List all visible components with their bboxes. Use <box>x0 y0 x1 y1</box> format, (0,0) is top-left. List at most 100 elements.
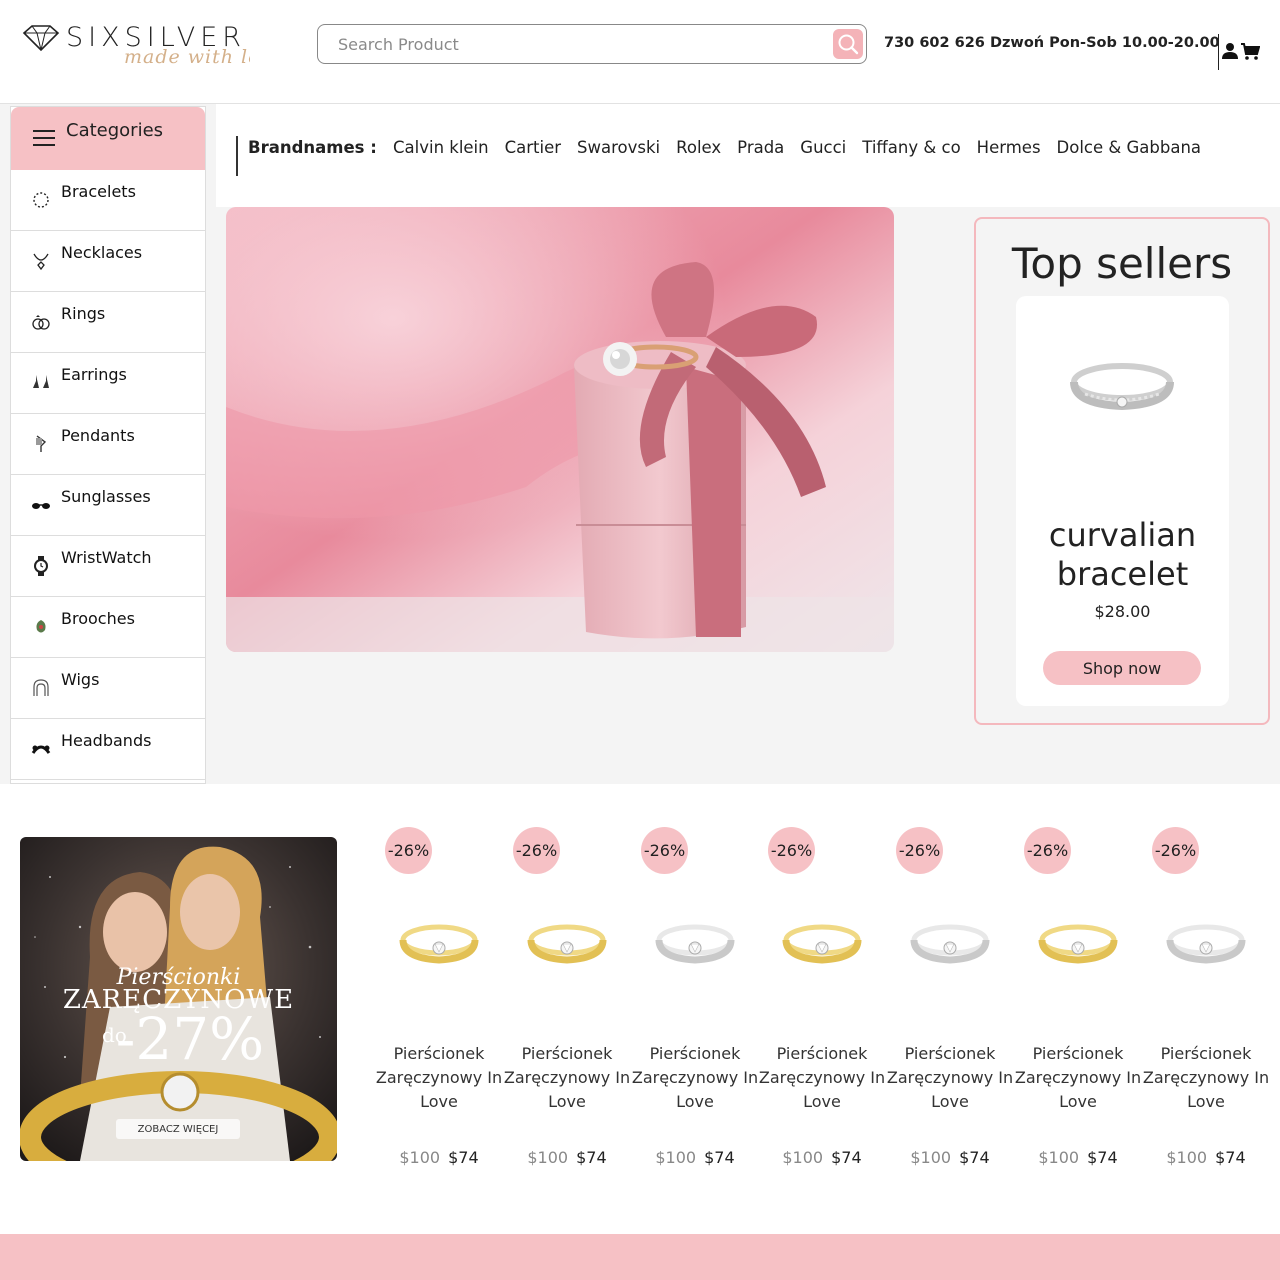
product-name[interactable]: Pierścionek Zaręczynowy In Love <box>758 1042 886 1114</box>
top-sellers-title: Top sellers <box>1011 239 1233 288</box>
brooch-icon <box>36 620 46 633</box>
product-card[interactable]: -26% Pierścionek Zaręczynowy In Love $10… <box>631 824 759 1184</box>
logo[interactable]: SIXSILVER made with love <box>22 20 262 70</box>
product-prices: $100 $74 <box>375 1148 503 1167</box>
shop-now-button[interactable]: Shop now <box>1043 651 1201 685</box>
brand-link[interactable]: Dolce & Gabbana <box>1057 138 1202 157</box>
cart-icon[interactable] <box>1240 42 1260 62</box>
discount-badge: -26% <box>385 827 432 874</box>
category-bracelets[interactable]: Bracelets <box>11 170 205 231</box>
product-card[interactable]: -26% Pierścionek Zaręczynowy In Love $10… <box>1142 824 1270 1184</box>
product-carousel: -26% Pierścionek Zaręczynowy In Love $10… <box>375 824 1275 1184</box>
header-divider <box>1218 34 1219 70</box>
category-label: Wigs <box>61 670 100 689</box>
promo-banner[interactable]: Pierścionki ZARĘCZYNOWE do -27% ZOBACZ W… <box>20 837 337 1161</box>
category-label: Earrings <box>61 365 127 384</box>
category-rings[interactable]: Rings <box>11 292 205 353</box>
sale-price: $74 <box>959 1148 990 1167</box>
sale-price: $74 <box>704 1148 735 1167</box>
discount-badge: -26% <box>896 827 943 874</box>
brands-divider <box>236 136 238 176</box>
sale-price: $74 <box>1215 1148 1246 1167</box>
product-name[interactable]: Pierścionek Zaręczynowy In Love <box>631 1042 759 1114</box>
category-brooches[interactable]: Brooches <box>11 597 205 658</box>
category-earrings[interactable]: Earrings <box>11 353 205 414</box>
search-button[interactable] <box>833 29 863 59</box>
old-price: $100 <box>655 1148 697 1167</box>
category-sunglasses[interactable]: Sunglasses <box>11 475 205 536</box>
top-seller-card[interactable]: curvalian bracelet $28.00 Shop now <box>1016 296 1229 706</box>
product-prices: $100 $74 <box>503 1148 631 1167</box>
product-card[interactable]: -26% Pierścionek Zaręczynowy In Love $10… <box>375 824 503 1184</box>
category-label: Rings <box>61 304 106 323</box>
discount-badge: -26% <box>1152 827 1199 874</box>
site-header: SIXSILVER made with love 730 602 626 Dzw… <box>0 0 1280 104</box>
headband-icon <box>31 745 51 754</box>
ring-image <box>655 924 735 964</box>
old-price: $100 <box>527 1148 569 1167</box>
brand-link[interactable]: Calvin klein <box>393 138 489 157</box>
product-image <box>1070 363 1174 411</box>
product-name[interactable]: curvalian bracelet <box>1016 516 1229 594</box>
sale-price: $74 <box>1087 1148 1118 1167</box>
product-prices: $100 $74 <box>1142 1148 1270 1167</box>
brand-link[interactable]: Gucci <box>800 138 846 157</box>
hero-banner[interactable] <box>226 207 894 652</box>
old-price: $100 <box>782 1148 824 1167</box>
product-card[interactable]: -26% Pierścionek Zaręczynowy In Love $10… <box>503 824 631 1184</box>
brand-link[interactable]: Swarovski <box>577 138 660 157</box>
ring-image <box>527 924 607 964</box>
product-price: $28.00 <box>1094 602 1151 621</box>
discount-badge: -26% <box>1024 827 1071 874</box>
wig-icon <box>33 679 49 696</box>
product-card[interactable]: -26% Pierścionek Zaręczynowy In Love $10… <box>758 824 886 1184</box>
product-name[interactable]: Pierścionek Zaręczynowy In Love <box>1142 1042 1270 1114</box>
product-prices: $100 $74 <box>1014 1148 1142 1167</box>
brand-link[interactable]: Rolex <box>676 138 721 157</box>
bracelet-icon <box>33 192 49 208</box>
category-label: Headbands <box>61 731 152 750</box>
brand-link[interactable]: Prada <box>737 138 784 157</box>
discount-badge: -26% <box>768 827 815 874</box>
brand-link[interactable]: Hermes <box>977 138 1041 157</box>
old-price: $100 <box>399 1148 441 1167</box>
sale-price: $74 <box>448 1148 479 1167</box>
ring-image <box>399 924 479 964</box>
phone-contact[interactable]: 730 602 626 Dzwoń Pon-Sob 10.00-20.00 <box>884 35 1220 51</box>
brands-bar: Brandnames : Calvin klein Cartier Swarov… <box>216 104 1280 207</box>
brand-link[interactable]: Cartier <box>505 138 561 157</box>
category-label: Brooches <box>61 609 135 628</box>
old-price: $100 <box>1166 1148 1208 1167</box>
category-wigs[interactable]: Wigs <box>11 658 205 719</box>
brands-label: Brandnames : <box>248 138 377 157</box>
categories-header[interactable]: Categories <box>11 107 205 170</box>
top-sellers-panel: Top sellers curvalian bracelet $28.00 Sh… <box>974 217 1270 725</box>
brands-list: Calvin klein Cartier Swarovski Rolex Pra… <box>393 138 1201 157</box>
menu-icon <box>33 130 55 146</box>
sunglasses-icon <box>32 503 50 509</box>
product-name[interactable]: Pierścionek Zaręczynowy In Love <box>503 1042 631 1114</box>
category-necklaces[interactable]: Necklaces <box>11 231 205 292</box>
product-name[interactable]: Pierścionek Zaręczynowy In Love <box>1014 1042 1142 1114</box>
product-prices: $100 $74 <box>886 1148 1014 1167</box>
product-name[interactable]: Pierścionek Zaręczynowy In Love <box>375 1042 503 1114</box>
search-input[interactable] <box>338 33 818 55</box>
product-card[interactable]: -26% Pierścionek Zaręczynowy In Love $10… <box>886 824 1014 1184</box>
category-headbands[interactable]: Headbands <box>11 719 205 780</box>
category-wristwatch[interactable]: WristWatch <box>11 536 205 597</box>
category-label: Bracelets <box>61 182 136 201</box>
category-label: Pendants <box>61 426 135 445</box>
user-icon[interactable] <box>1222 42 1238 60</box>
rings-icon <box>32 315 50 330</box>
product-prices: $100 $74 <box>631 1148 759 1167</box>
product-prices: $100 $74 <box>758 1148 886 1167</box>
categories-sidebar: Categories Bracelets Necklaces Rings Ear… <box>10 106 206 784</box>
product-card[interactable]: -26% Pierścionek Zaręczynowy In Love $10… <box>1014 824 1142 1184</box>
logo-tagline: made with love <box>124 46 250 68</box>
promo-more-button[interactable]: ZOBACZ WIĘCEJ <box>116 1119 240 1139</box>
watch-icon <box>34 556 48 576</box>
category-pendants[interactable]: Pendants <box>11 414 205 475</box>
product-name[interactable]: Pierścionek Zaręczynowy In Love <box>886 1042 1014 1114</box>
brand-link[interactable]: Tiffany & co <box>862 138 960 157</box>
pendant-icon <box>36 435 47 452</box>
